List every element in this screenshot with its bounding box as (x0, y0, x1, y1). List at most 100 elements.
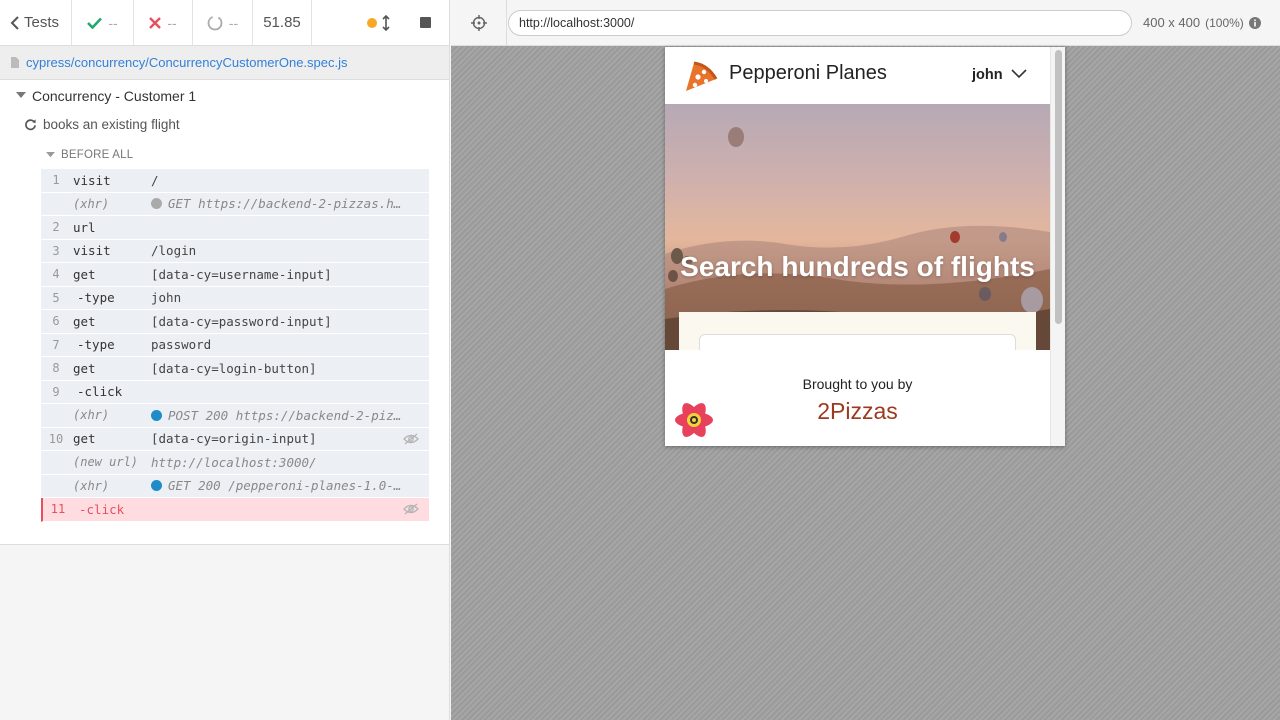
viewport-info[interactable]: 400 x 400 (100%) (1143, 15, 1261, 30)
auto-scroll-toggle[interactable] (367, 14, 390, 31)
scrollbar-thumb[interactable] (1055, 50, 1062, 324)
command-message: [data-cy=origin-input] (151, 431, 429, 446)
chevron-left-icon (10, 15, 19, 30)
command-row[interactable]: 1 visit / (41, 169, 429, 193)
reporter-controls (312, 0, 449, 46)
stop-button[interactable] (420, 17, 431, 28)
pending-count: -- (193, 0, 253, 46)
command-message-text: http://localhost:3000/ (151, 454, 317, 470)
spec-file-bar: cypress/concurrency/ConcurrencyCustomerO… (0, 46, 449, 80)
reporter-header: Tests -- -- -- 51.85 (0, 0, 449, 46)
tests-label: Tests (24, 14, 60, 31)
command-message: /login (151, 243, 429, 258)
command-number: 5 (52, 290, 60, 305)
command-message-text: /login (151, 243, 197, 259)
app-footer: Brought to you by 2Pizzas (665, 350, 1050, 446)
command-number: 8 (52, 361, 60, 376)
viewport-zoom: (100%) (1205, 15, 1244, 30)
eye-slash-icon (403, 433, 419, 444)
hook-title[interactable]: BEFORE ALL (46, 149, 133, 161)
command-name: -click (79, 501, 125, 517)
command-message-text: GET https://backend-2-pizzas.herokuapp.c… (168, 196, 429, 212)
react-logo-icon (675, 403, 713, 437)
hero-banner: Search hundreds of flights (665, 104, 1050, 350)
command-number: 6 (52, 314, 60, 329)
command-row[interactable]: 4 get [data-cy=username-input] (41, 263, 429, 287)
command-message-text: GET 200 /pepperoni-planes-1.0-SNAPSHOT/ (168, 478, 429, 494)
command-message-text: POST 200 https://backend-2-pizzas.heroku… (168, 407, 429, 423)
command-row[interactable]: 6 get [data-cy=password-input] (41, 310, 429, 334)
running-status-icon (367, 17, 377, 28)
user-menu[interactable]: john (972, 67, 1003, 83)
reporter-panel: Tests -- -- -- 51.85 cypress/concurrency… (0, 0, 450, 720)
command-number: 7 (52, 337, 60, 352)
command-name: (xhr) (73, 478, 110, 493)
command-name: visit (73, 243, 111, 259)
failed-count: -- (134, 0, 193, 46)
passed-value: -- (108, 14, 118, 31)
chevron-down-icon[interactable] (1011, 69, 1027, 79)
command-message: john (151, 290, 429, 305)
command-message-text: [data-cy=login-button] (151, 360, 317, 376)
aut-url-field[interactable]: http://localhost:3000/ (508, 10, 1132, 36)
command-message: http://localhost:3000/ (151, 455, 429, 470)
scroll-arrows-icon (382, 14, 390, 31)
command-row[interactable]: 10 get [data-cy=origin-input] (41, 427, 429, 451)
command-message: POST 200 https://backend-2-pizzas.heroku… (151, 408, 429, 423)
crosshair-icon (470, 14, 487, 31)
app-frame: Pepperoni Planes john Search hundreds of… (665, 47, 1065, 446)
xhr-status-dot-icon (151, 480, 162, 492)
command-row[interactable]: 5 -type john (41, 286, 429, 310)
brand-name[interactable]: Pepperoni Planes (729, 62, 887, 85)
x-icon (149, 16, 162, 29)
command-row[interactable]: (xhr) POST 200 https://backend-2-pizzas.h… (41, 404, 429, 428)
spec-file-link[interactable]: cypress/concurrency/ConcurrencyCustomerO… (26, 55, 348, 70)
passed-count: -- (72, 0, 134, 46)
command-row[interactable]: 3 visit/login (41, 239, 429, 263)
app-navbar: Pepperoni Planes john (665, 47, 1065, 104)
command-name: -click (77, 384, 123, 400)
hook-label: BEFORE ALL (61, 149, 134, 161)
command-row[interactable]: 8 get [data-cy=login-button] (41, 357, 429, 381)
command-message-text: password (151, 337, 212, 353)
command-row[interactable]: (xhr) GET 200 /pepperoni-planes-1.0-SNAPS… (41, 474, 429, 498)
refresh-running-icon (25, 119, 36, 131)
command-name: -type (77, 337, 115, 353)
file-icon (11, 57, 19, 68)
command-message: password (151, 337, 429, 352)
suite-row[interactable]: Concurrency - Customer 1 (16, 88, 196, 104)
xhr-status-dot-icon (151, 409, 162, 421)
sponsor-name[interactable]: 2Pizzas (665, 398, 1050, 425)
command-message-text: [data-cy=password-input] (151, 313, 332, 329)
hero-title: Search hundreds of flights (680, 251, 1035, 282)
command-message: [data-cy=password-input] (151, 314, 429, 329)
info-icon (1248, 16, 1261, 29)
failed-value: -- (167, 14, 177, 31)
pending-value: -- (228, 14, 239, 31)
command-row[interactable]: (xhr) GET https://backend-2-pizzas.heroku… (41, 192, 429, 216)
app-scrollbar[interactable] (1050, 47, 1065, 446)
pizza-logo-icon[interactable] (684, 59, 718, 93)
run-duration: 51.85 (253, 0, 312, 46)
command-row[interactable]: 7 -type password (41, 333, 429, 357)
xhr-status-dot-icon (151, 198, 162, 210)
caret-down-icon (16, 92, 26, 98)
check-icon (87, 17, 103, 29)
command-row[interactable]: (new url) http://localhost:3000/ (41, 451, 429, 475)
origin-input[interactable] (699, 334, 1016, 350)
command-row[interactable]: 9 -click (41, 380, 429, 404)
tests-button[interactable]: Tests (0, 0, 72, 46)
command-row-failed[interactable]: 11 -click (41, 498, 429, 522)
command-number: 4 (52, 267, 60, 282)
command-name: get (73, 313, 96, 329)
command-message-text: john (151, 290, 182, 306)
command-message-text: [data-cy=username-input] (151, 266, 332, 282)
command-message-text: / (151, 172, 159, 188)
command-message-text: [data-cy=origin-input] (151, 431, 317, 447)
test-row[interactable]: books an existing flight (24, 117, 180, 132)
command-name: visit (73, 172, 111, 188)
selector-playground-button[interactable] (451, 0, 507, 46)
suite-title: Concurrency - Customer 1 (32, 88, 197, 104)
command-row[interactable]: 2 url (41, 216, 429, 240)
command-message: / (151, 173, 429, 188)
